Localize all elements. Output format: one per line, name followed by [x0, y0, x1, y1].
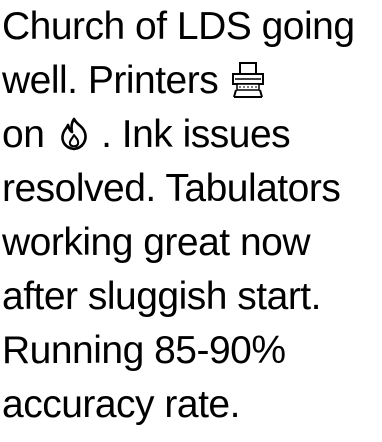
note-text: Church of LDS going well. Printers on . …	[2, 0, 382, 432]
printer-icon	[231, 61, 265, 99]
text-line-7: Running 85-90%	[2, 329, 286, 372]
text-line-2: well. Printers	[2, 54, 382, 108]
text-line-5: working great now	[2, 221, 311, 264]
text-line-3: on . Ink issues	[2, 108, 382, 162]
text-line-3-pre: on	[2, 113, 45, 156]
text-line-4: resolved. Tabulators	[2, 167, 341, 210]
text-line-2-words: well. Printers	[2, 59, 219, 102]
text-line-1: Church of LDS going	[2, 5, 355, 48]
fire-icon	[57, 115, 91, 153]
text-line-8: accuracy rate.	[2, 383, 240, 426]
text-line-6: after sluggish start.	[2, 275, 321, 318]
text-line-3-post: . Ink issues	[101, 113, 291, 156]
